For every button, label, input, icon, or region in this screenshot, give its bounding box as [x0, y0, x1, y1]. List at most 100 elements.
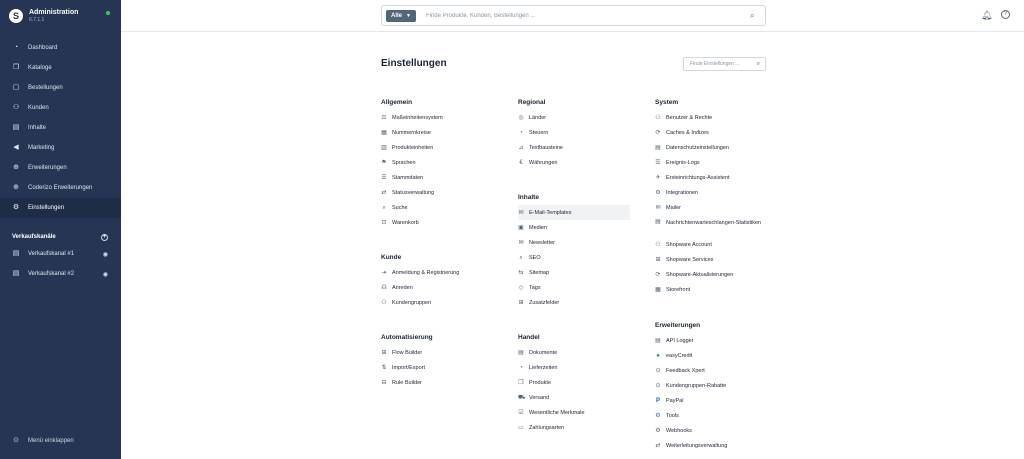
settings-item[interactable]: ⊙ Kundengruppen-Rabatte: [655, 378, 767, 393]
settings-item-label: Storefront: [666, 286, 691, 293]
settings-item[interactable]: P PayPal: [655, 393, 767, 408]
search-icon[interactable]: ⌕: [757, 61, 760, 68]
settings-item-label: Import/Export: [392, 364, 426, 371]
settings-item[interactable]: ⛟ Versand: [518, 390, 630, 405]
settings-item[interactable]: ⊞ Shopware Services: [655, 252, 767, 267]
settings-item[interactable]: ✈ Ersteinrichtungs-Assistent: [655, 170, 767, 185]
nav-item-erweiterungen[interactable]: ⊕ Erweiterungen: [0, 158, 121, 178]
nav-item-einstellungen[interactable]: ⚙ Einstellungen: [0, 198, 121, 218]
eye-icon[interactable]: ◉: [103, 271, 108, 278]
settings-item[interactable]: ▦ Storefront: [655, 282, 767, 297]
page-title: Einstellungen: [381, 58, 447, 69]
nav-item-dashboard[interactable]: ◔ Dashboard: [0, 38, 121, 58]
settings-item-label: Wesentliche Merkmale: [529, 409, 585, 416]
search-icon[interactable]: ⌕: [750, 11, 758, 21]
eye-icon[interactable]: ◉: [103, 251, 108, 258]
settings-item[interactable]: ◎ Länder: [518, 110, 630, 125]
user-icon: ⚇: [655, 114, 661, 121]
settings-item[interactable]: ⇄ Statusverwaltung: [381, 185, 493, 200]
settings-item-label: SEO: [529, 254, 541, 261]
mail-icon: ✉: [518, 209, 524, 216]
customer-groups-icon: ⚇: [381, 299, 387, 306]
nav-item-label: Inhalte: [28, 125, 47, 131]
settings-item[interactable]: ⚇ Kundengruppen: [381, 295, 493, 310]
app-version: 6.7.1.1: [29, 17, 45, 23]
nav-item-coderizo-erweiterungen[interactable]: ⊕ Coderizo Erweiterungen: [0, 178, 121, 198]
settings-item-label: Sitemap: [529, 269, 550, 276]
settings-item-label: Ereignis-Logs: [666, 159, 700, 166]
settings-item[interactable]: ▦ Nummernkreise: [381, 125, 493, 140]
redirect-icon: ⇄: [655, 442, 661, 449]
settings-item[interactable]: ⚇ Shopware Account: [655, 237, 767, 252]
sales-channel-item[interactable]: ▤ Verkaufskanal #1 ◉: [0, 244, 121, 264]
settings-item[interactable]: ⊙ Feedback Xpert: [655, 363, 767, 378]
settings-item[interactable]: ◇ Tags: [518, 280, 630, 295]
nav-item-kunden[interactable]: ⚇ Kunden: [0, 98, 121, 118]
notifications-bell-icon[interactable]: 🔔︎: [981, 10, 992, 21]
settings-item[interactable]: ⟳ Caches & Indizes: [655, 125, 767, 140]
group-title: Kunde: [381, 254, 402, 261]
settings-group-allgemein: Allgemein ⚖ Maßeinheitensystem ▦ Nummernkr…: [381, 97, 493, 230]
settings-item[interactable]: ▥ Produkteinheiten: [381, 140, 493, 155]
settings-item[interactable]: ⚖ Maßeinheitensystem: [381, 110, 493, 125]
global-search-input[interactable]: [425, 12, 750, 19]
settings-item[interactable]: ⇆ Sitemap: [518, 265, 630, 280]
settings-item[interactable]: ⊞ Flow Builder: [381, 345, 493, 360]
app-title: Administration: [29, 9, 79, 16]
settings-item[interactable]: ⚇ Benutzer & Rechte: [655, 110, 767, 125]
settings-item[interactable]: ⟳ Shopware-Aktualisierungen: [655, 267, 767, 282]
settings-item[interactable]: ⚑ Sprachen: [381, 155, 493, 170]
settings-item[interactable]: ❐ Produkte: [518, 375, 630, 390]
nav-item-bestellungen[interactable]: ▢ Bestellungen: [0, 78, 121, 98]
nav-item-kataloge[interactable]: ❐ Kataloge: [0, 58, 121, 78]
settings-item[interactable]: ☊ Anreden: [381, 280, 493, 295]
settings-item-label: Versand: [529, 394, 550, 401]
help-icon[interactable]: ?: [1001, 10, 1010, 19]
settings-item[interactable]: ✉ Mailer: [655, 200, 767, 215]
settings-item[interactable]: ▤ Datenschutzeinstellungen: [655, 140, 767, 155]
sales-channel-item[interactable]: ▤ Verkaufskanal #2 ◉: [0, 264, 121, 284]
settings-item[interactable]: ⇅ Import/Export: [381, 360, 493, 375]
settings-item-label: Medien: [529, 224, 548, 231]
settings-item[interactable]: ⊞ Zusatzfelder: [518, 295, 630, 310]
nav-item-label: Einstellungen: [28, 205, 65, 211]
search-type-dropdown[interactable]: Alle ▼: [386, 9, 416, 22]
settings-item[interactable]: ▤ Dokumente: [518, 345, 630, 360]
add-sales-channel-icon[interactable]: +: [101, 233, 108, 241]
checkbox-icon: ☑: [518, 409, 524, 416]
settings-search-input[interactable]: [690, 61, 757, 67]
sidebar-header[interactable]: S Administration 6.7.1.1: [0, 0, 121, 32]
settings-item[interactable]: ▭ Zahlungsarten: [518, 420, 630, 435]
storefront-icon: ▦: [655, 286, 661, 293]
settings-item[interactable]: ⇄ Weiterleitungsverwaltung: [655, 438, 767, 453]
settings-item[interactable]: ⌕ Suche: [381, 200, 493, 215]
settings-item[interactable]: ▤ API Logger: [655, 333, 767, 348]
settings-item[interactable]: ✉ Newsletter: [518, 235, 630, 250]
settings-item[interactable]: ⚙ Integrationen: [655, 185, 767, 200]
euro-icon: €: [519, 159, 523, 166]
nav-item-inhalte[interactable]: ▤ Inhalte: [0, 118, 121, 138]
settings-item[interactable]: ⇥ Anmeldung & Registrierung: [381, 265, 493, 280]
settings-item[interactable]: ⊟ Rule Builder: [381, 375, 493, 390]
settings-item[interactable]: ▤ Nachrichtenwarteschlangen-Statistiken: [655, 215, 767, 237]
settings-item[interactable]: ☰ Ereignis-Logs: [655, 155, 767, 170]
settings-item[interactable]: ◔ Steuern: [518, 125, 630, 140]
settings-item[interactable]: ☰ Stammdaten: [381, 170, 493, 185]
settings-item[interactable]: ⊿ Textbausteine: [518, 140, 630, 155]
settings-item[interactable]: ● easyCredit: [655, 348, 767, 363]
nav-item-marketing[interactable]: ◀ Marketing: [0, 138, 121, 158]
settings-item[interactable]: € Währungen: [518, 155, 630, 170]
settings-item[interactable]: ☑ Wesentliche Merkmale: [518, 405, 630, 420]
settings-item[interactable]: ⊡ Warenkorb: [381, 215, 493, 230]
nav-item-label: Erweiterungen: [28, 165, 67, 171]
settings-item[interactable]: ▣ Medien: [518, 220, 630, 235]
collapse-menu-button[interactable]: ⊙ Menü einklappen: [12, 437, 74, 445]
settings-item-label: Statusverwaltung: [392, 189, 435, 196]
cart-icon: ⊡: [381, 219, 387, 226]
extensions-icon: ⊕: [13, 184, 19, 191]
settings-item[interactable]: ⌕ SEO: [518, 250, 630, 265]
settings-item[interactable]: ◔ Lieferzeiten: [518, 360, 630, 375]
settings-item[interactable]: ✉ E-Mail-Templates: [518, 205, 630, 220]
settings-item[interactable]: ⚙ Tools: [655, 408, 767, 423]
settings-item[interactable]: ⚙ Webhooks: [655, 423, 767, 438]
